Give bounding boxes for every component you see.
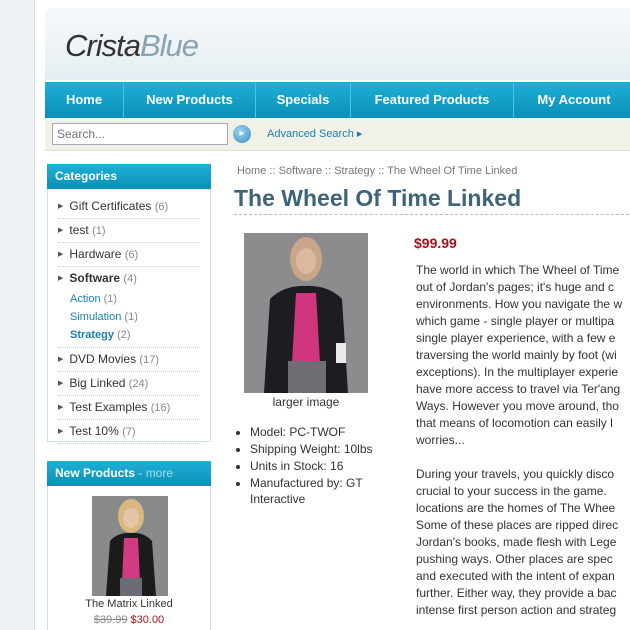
category-big-linked[interactable]: ▶ Big Linked (24) [58, 372, 200, 396]
categories-header: Categories [47, 164, 211, 189]
search-input[interactable] [52, 123, 228, 145]
new-products-more-link[interactable]: - more [138, 466, 173, 480]
new-products-box: The Matrix Linked $39.99 $30.00 [47, 486, 211, 630]
product-image[interactable] [244, 233, 368, 393]
description-paragraph-1: The world in which The Wheel of Time out… [416, 263, 623, 447]
product-details: Model: PC-TWOF Shipping Weight: 10lbs Un… [234, 424, 400, 508]
logo[interactable]: CristaBlue [65, 28, 199, 64]
subcategory-action[interactable]: Action (1) [58, 290, 200, 308]
nav-home[interactable]: Home [45, 82, 124, 118]
new-product-image[interactable] [92, 496, 168, 596]
product-title: The Wheel Of Time Linked [234, 185, 522, 211]
header: CristaBlue [45, 8, 630, 80]
subcategory-strategy[interactable]: Strategy (2) [58, 326, 200, 344]
new-product-name[interactable]: The Matrix Linked [48, 598, 210, 610]
search-bar: ▸ Advanced Search ▸ [45, 118, 630, 151]
nav-my-account[interactable]: My Account [514, 82, 630, 118]
category-test[interactable]: ▶ test (1) [58, 219, 200, 243]
main-nav: Home New Products Specials Featured Prod… [45, 82, 630, 118]
category-hardware[interactable]: ▶ Hardware (6) [58, 243, 200, 267]
product-price: $99.99 [414, 235, 457, 251]
categories-box: ▶ Gift Certificates (6) ▶ test (1) ▶ Hardwa… [47, 189, 211, 444]
product-description: The world in which The Wheel of Time out… [416, 262, 630, 630]
detail-model: Model: PC-TWOF [250, 424, 400, 440]
software-subcategories: Action (1) Simulation (1) Strategy (2) [58, 290, 200, 348]
search-go-button[interactable]: ▸ [233, 125, 251, 143]
category-test-examples[interactable]: ▶ Test Examples (16) [58, 396, 200, 420]
larger-image-link[interactable]: larger image [244, 395, 368, 409]
category-test-10[interactable]: ▶ Test 10% (7) [58, 420, 200, 444]
category-software[interactable]: ▶ Software (4) [58, 267, 200, 290]
category-dvd-movies[interactable]: ▶ DVD Movies (17) [58, 348, 200, 372]
page: CristaBlue Home New Products Specials Fe… [34, 0, 630, 630]
advanced-search-link[interactable]: Advanced Search ▸ [267, 127, 362, 140]
nav-specials[interactable]: Specials [256, 82, 351, 118]
detail-units-in-stock: Units in Stock: 16 [250, 458, 400, 474]
nav-featured-products[interactable]: Featured Products [351, 82, 514, 118]
breadcrumb[interactable]: Home :: Software :: Strategy :: The Whee… [237, 165, 517, 177]
new-product-price: $39.99 $30.00 [93, 614, 165, 626]
detail-shipping-weight: Shipping Weight: 10lbs [250, 441, 400, 457]
subcategory-simulation[interactable]: Simulation (1) [58, 308, 200, 326]
new-products-header: New Products - more [47, 461, 211, 486]
detail-manufacturer: Manufactured by: GT Interactive [250, 475, 400, 507]
category-gift-certificates[interactable]: ▶ Gift Certificates (6) [58, 195, 200, 219]
description-paragraph-2: During your travels, you quickly disco c… [416, 467, 619, 617]
nav-new-products[interactable]: New Products [124, 82, 256, 118]
title-divider [234, 214, 630, 215]
